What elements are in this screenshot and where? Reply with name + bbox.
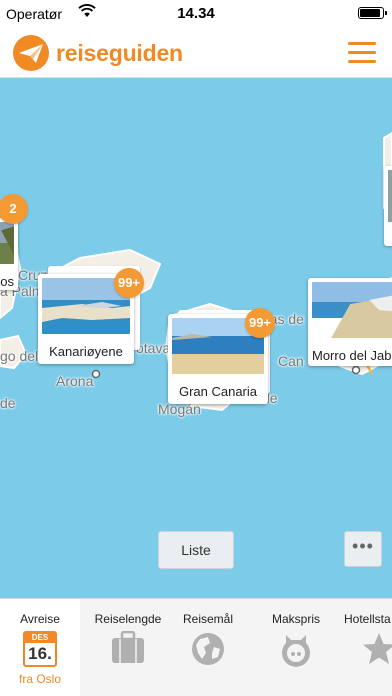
list-view-button[interactable]: Liste [158, 531, 234, 569]
tab-label: Avreise [20, 612, 60, 626]
star-icon [363, 633, 392, 664]
globe-icon [192, 633, 224, 665]
tab-makspris[interactable]: Makspris [256, 599, 336, 696]
menu-button[interactable] [348, 42, 376, 64]
tab-hotellstandard[interactable]: Hotellsta [336, 599, 392, 696]
clock: 14.34 [177, 5, 215, 22]
map-label: Arona [56, 373, 94, 389]
tab-label: Reisemål [182, 612, 233, 626]
paper-plane-logo-icon [13, 35, 49, 71]
brand-name: reiseguiden [56, 39, 183, 66]
map-label: Can [278, 353, 304, 369]
app-header: reiseguiden [0, 26, 392, 78]
destination-photo [0, 222, 14, 264]
battery-icon [358, 7, 387, 19]
tab-reisemal[interactable]: Reisemål [168, 599, 248, 696]
tab-avreise[interactable]: Avreise DES 16. fra Oslo [0, 599, 80, 696]
calendar-day: 16. [28, 644, 52, 663]
map-label: go del [0, 348, 39, 364]
map-view[interactable]: Cruz a Palm go del Arona de otava mas de… [0, 78, 392, 598]
departure-city: fra Oslo [18, 672, 61, 686]
piggy-bank-icon [282, 635, 310, 667]
tab-label: Reiselengde [94, 612, 162, 626]
tab-bar: Avreise DES 16. fra Oslo Reiselengde Rei… [0, 598, 392, 696]
destination-photo [312, 282, 392, 338]
more-options-button[interactable]: ••• [344, 531, 382, 567]
destination-label: Morro del Jable [312, 348, 392, 363]
map-label: otava [136, 340, 171, 356]
destination-card-partial[interactable] [384, 166, 392, 246]
destination-card[interactable]: os [0, 218, 18, 290]
count-badge: 99+ [114, 268, 144, 298]
brand-logo[interactable]: reiseguiden [12, 34, 183, 72]
destination-card[interactable]: Morro del Jable [308, 278, 392, 366]
calendar-month: DES [25, 633, 55, 643]
suitcase-icon [112, 631, 144, 663]
calendar-icon: DES 16. [23, 631, 57, 667]
destination-label: os [0, 274, 14, 289]
destination-label: Gran Canaria [178, 384, 258, 399]
destination-label: Kanariøyene [49, 344, 123, 359]
tab-label: Hotellsta [344, 612, 391, 626]
tab-label: Makspris [271, 612, 320, 626]
status-bar: Operatør 14.34 [0, 0, 392, 26]
tab-reiselengde[interactable]: Reiselengde [88, 599, 168, 696]
map-label: de [0, 395, 16, 411]
count-badge: 99+ [245, 308, 275, 338]
